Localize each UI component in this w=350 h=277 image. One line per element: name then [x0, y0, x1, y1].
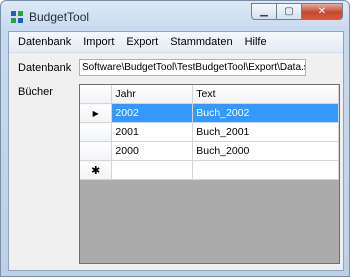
cell-jahr[interactable]: 2002 [111, 103, 194, 123]
grid-header-row: Jahr Text [80, 85, 339, 104]
menu-import[interactable]: Import [77, 32, 120, 52]
table-row[interactable]: 2000 Buch_2000 [80, 141, 339, 161]
menu-datenbank[interactable]: Datenbank [9, 32, 77, 52]
books-label: Bücher [18, 86, 53, 98]
caption-buttons: ▁ ▢ ✕ [251, 3, 343, 20]
menu-bar: Datenbank Import Export Stammdaten Hilfe [9, 32, 343, 53]
row-header[interactable]: ▶ [80, 103, 113, 123]
menu-hilfe[interactable]: Hilfe [239, 32, 273, 52]
column-header-text[interactable]: Text [192, 85, 339, 104]
table-row[interactable]: ▶ 2002 Buch_2002 [80, 103, 339, 123]
database-path-field[interactable]: Software\BudgetTool\TestBudgetTool\Expor… [79, 59, 306, 76]
app-window: BudgetTool ▁ ▢ ✕ Datenbank Import Export… [0, 0, 350, 277]
books-grid[interactable]: Jahr Text ▶ 2002 Buch_2002 2001 Buch_200… [79, 84, 340, 264]
row-header[interactable] [80, 141, 113, 161]
minimize-icon: ▁ [260, 6, 268, 17]
menu-export[interactable]: Export [120, 32, 164, 52]
table-row[interactable]: 2001 Buch_2001 [80, 122, 339, 142]
new-cell-jahr[interactable] [111, 160, 194, 180]
client-area: Datenbank Import Export Stammdaten Hilfe… [8, 31, 344, 271]
row-header[interactable] [80, 122, 113, 142]
maximize-button[interactable]: ▢ [276, 3, 302, 20]
new-cell-text[interactable] [192, 160, 339, 180]
grid-corner-header[interactable] [80, 85, 113, 104]
budgettool-app-icon [11, 11, 24, 24]
maximize-icon: ▢ [284, 6, 294, 17]
database-label: Datenbank [18, 62, 72, 74]
minimize-button[interactable]: ▁ [251, 3, 277, 20]
cell-jahr[interactable]: 2000 [111, 141, 194, 161]
cell-text[interactable]: Buch_2002 [192, 103, 339, 123]
row-header[interactable]: ✱ [80, 160, 113, 180]
new-row-asterisk-icon: ✱ [91, 164, 101, 177]
cell-text[interactable]: Buch_2001 [192, 122, 339, 142]
window-title: BudgetTool [29, 10, 90, 24]
cell-jahr[interactable]: 2001 [111, 122, 194, 142]
title-bar[interactable]: BudgetTool ▁ ▢ ✕ [1, 1, 349, 31]
close-icon: ✕ [317, 6, 327, 17]
cell-text[interactable]: Buch_2000 [192, 141, 339, 161]
menu-stammdaten[interactable]: Stammdaten [164, 32, 238, 52]
current-row-arrow-icon: ▶ [92, 109, 99, 118]
close-button[interactable]: ✕ [301, 3, 343, 20]
column-header-jahr[interactable]: Jahr [111, 85, 194, 104]
new-row[interactable]: ✱ [80, 160, 339, 180]
